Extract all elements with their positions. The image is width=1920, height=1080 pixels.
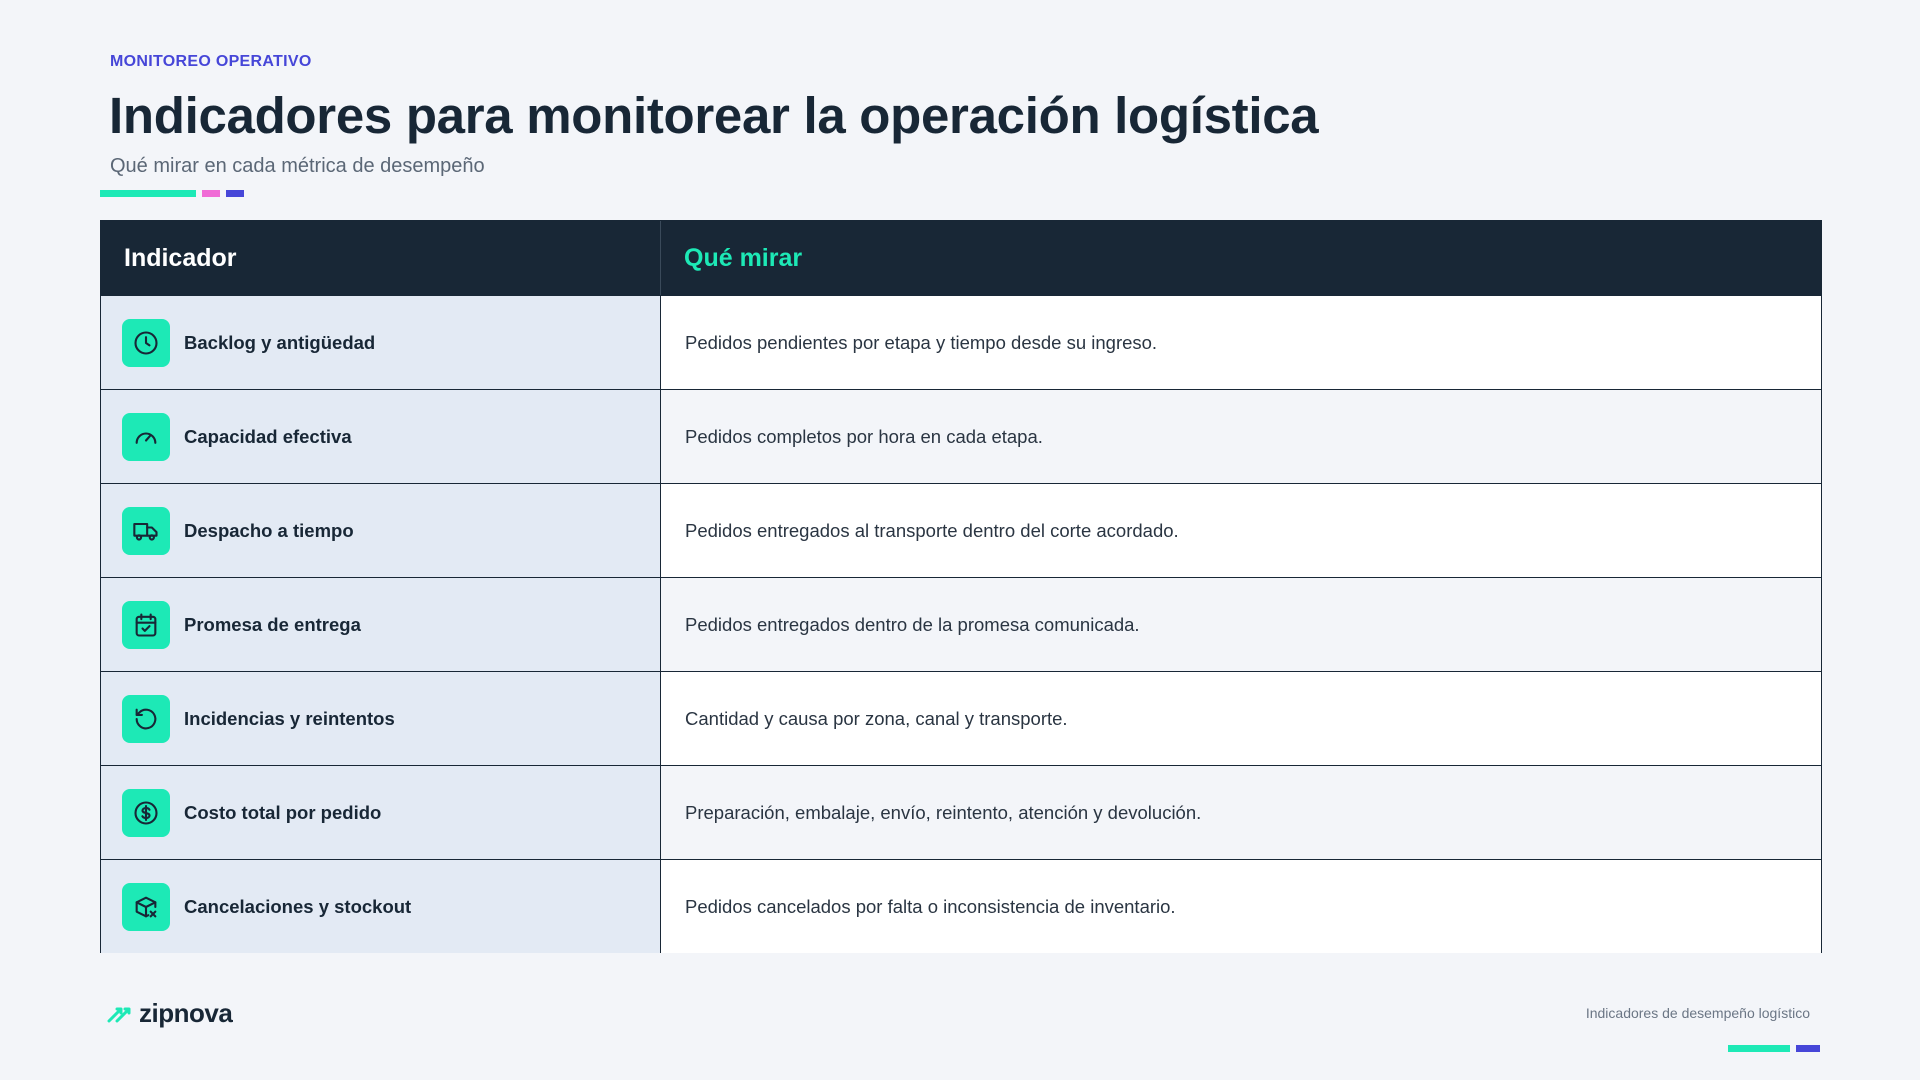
- indicators-table: Indicador Qué mirar Backlog y antigüedad…: [100, 220, 1822, 953]
- zipnova-logo-icon: [107, 1007, 131, 1022]
- accent-bar-pink: [202, 190, 220, 197]
- dollar-circle-icon: [122, 788, 170, 837]
- table-row: Backlog y antigüedad Pedidos pendientes …: [101, 295, 1821, 389]
- brand-name: zipnova: [139, 998, 233, 1028]
- table-row: Cancelaciones y stockout Pedidos cancela…: [101, 859, 1821, 953]
- table-row: Despacho a tiempo Pedidos entregados al …: [101, 483, 1821, 577]
- slide: MONITOREO OPERATIVO Indicadores para mon…: [0, 0, 1920, 1080]
- indicator-cell: Incidencias y reintentos: [101, 672, 661, 765]
- table-row: Promesa de entrega Pedidos entregados de…: [101, 577, 1821, 671]
- description-cell: Preparación, embalaje, envío, reintento,…: [661, 766, 1821, 859]
- description-cell: Pedidos pendientes por etapa y tiempo de…: [661, 296, 1821, 389]
- calendar-check-icon: [122, 600, 170, 649]
- table-row: Costo total por pedido Preparación, emba…: [101, 765, 1821, 859]
- indicator-label: Despacho a tiempo: [184, 519, 354, 541]
- indicator-cell: Costo total por pedido: [101, 766, 661, 859]
- truck-icon: [122, 506, 170, 555]
- package-x-icon: [122, 882, 170, 931]
- indicator-cell: Cancelaciones y stockout: [101, 860, 661, 953]
- indicator-cell: Backlog y antigüedad: [101, 296, 661, 389]
- accent-bars: [100, 190, 244, 197]
- footer-bar-indigo: [1796, 1045, 1820, 1052]
- indicator-cell: Despacho a tiempo: [101, 484, 661, 577]
- footer-note: Indicadores de desempeño logístico: [1585, 1005, 1810, 1021]
- indicator-cell: Promesa de entrega: [101, 578, 661, 671]
- footer-bar-mint: [1728, 1045, 1790, 1052]
- table-header: Indicador Qué mirar: [101, 221, 1821, 295]
- accent-bar-mint: [100, 190, 196, 197]
- column-header-what-to-watch: Qué mirar: [684, 243, 803, 272]
- indicator-label: Costo total por pedido: [184, 801, 382, 823]
- table-row: Incidencias y reintentos Cantidad y caus…: [101, 671, 1821, 765]
- indicator-cell: Capacidad efectiva: [101, 390, 661, 483]
- indicator-label: Cancelaciones y stockout: [184, 895, 412, 917]
- description-cell: Pedidos entregados al transporte dentro …: [661, 484, 1821, 577]
- column-header-indicator: Indicador: [101, 221, 661, 295]
- description-cell: Cantidad y causa por zona, canal y trans…: [661, 672, 1821, 765]
- description-cell: Pedidos completos por hora en cada etapa…: [661, 390, 1821, 483]
- indicator-label: Backlog y antigüedad: [184, 331, 376, 353]
- clock-icon: [122, 318, 170, 367]
- rotate-ccw-icon: [122, 694, 170, 743]
- page-title: Indicadores para monitorear la operación…: [109, 87, 1319, 144]
- indicator-label: Promesa de entrega: [184, 613, 361, 635]
- page-subtitle: Qué mirar en cada métrica de desempeño: [110, 155, 485, 177]
- footer-accent-bars: [1728, 1045, 1820, 1052]
- accent-bar-indigo: [226, 190, 244, 197]
- indicator-label: Incidencias y reintentos: [184, 707, 395, 729]
- description-cell: Pedidos cancelados por falta o inconsist…: [661, 860, 1821, 953]
- table-row: Capacidad efectiva Pedidos completos por…: [101, 389, 1821, 483]
- eyebrow-label: MONITOREO OPERATIVO: [110, 53, 312, 70]
- description-cell: Pedidos entregados dentro de la promesa …: [661, 578, 1821, 671]
- brand-logo: zipnova: [107, 998, 233, 1029]
- gauge-icon: [122, 412, 170, 461]
- indicator-label: Capacidad efectiva: [184, 425, 352, 447]
